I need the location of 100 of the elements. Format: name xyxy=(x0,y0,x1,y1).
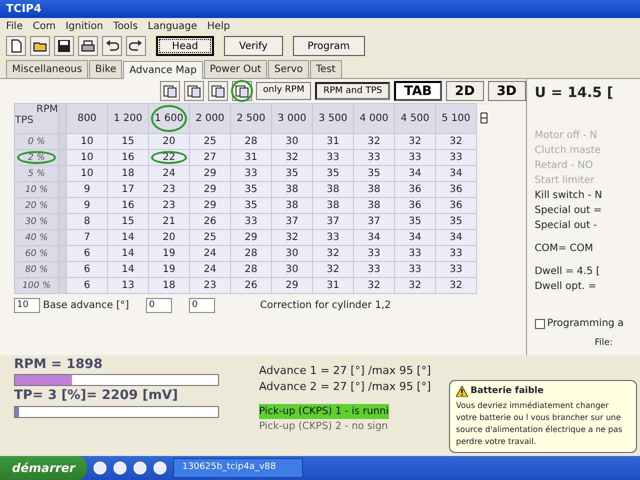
table-cell: 10 xyxy=(66,150,108,166)
table-cell: 32 xyxy=(394,134,436,150)
table-cell: 24 xyxy=(190,246,230,262)
start-button[interactable]: démarrer xyxy=(0,456,88,480)
undo-icon[interactable] xyxy=(105,39,119,53)
table-cell: 29 xyxy=(230,230,272,246)
row-header: 40 % xyxy=(14,230,58,246)
spin-field[interactable]: 10 xyxy=(14,298,40,313)
save-icon[interactable] xyxy=(57,39,71,53)
notification-text: Vous devriez immédiatement changer votre batterie ou l vous brancher sur une source d'alimentation électrique a ne pas perdre votre travail. xyxy=(456,400,624,448)
table-cell: 25 xyxy=(190,134,230,150)
table-cell: 35 xyxy=(230,182,272,198)
toolbar-button[interactable]: Program xyxy=(292,36,365,56)
table-cell: 34 xyxy=(394,230,436,246)
row-header: 80 % xyxy=(14,262,58,278)
table-cell: 36 xyxy=(394,182,436,198)
table-cell: 33 xyxy=(312,230,354,246)
column-header: 2 500 xyxy=(230,104,272,134)
table-cell: 16 xyxy=(108,198,148,214)
toolbar-icon-button[interactable] xyxy=(160,81,180,101)
toggle-button[interactable]: RPM and TPS xyxy=(315,82,390,100)
table-cell: 29 xyxy=(190,166,230,182)
table-cell: 30 xyxy=(272,134,312,150)
tab[interactable]: Miscellaneous xyxy=(6,60,88,78)
column-header: 4 000 xyxy=(354,104,394,134)
toolbar-icon-button[interactable] xyxy=(184,81,204,101)
table-cell: 25 xyxy=(190,230,230,246)
toolbar-icon-button[interactable] xyxy=(232,81,252,101)
print-icon[interactable] xyxy=(81,39,95,53)
unit-icon xyxy=(480,111,488,126)
table-cell: 30 xyxy=(272,246,312,262)
table-cell: 18 xyxy=(148,278,190,294)
table-cell: 35 xyxy=(354,166,394,182)
taskbar-task[interactable]: 130625b_tcip4a_v88 xyxy=(173,458,304,478)
table-cell: 30 xyxy=(272,262,312,278)
toggle-button[interactable]: only RPM xyxy=(256,82,312,100)
checkbox[interactable] xyxy=(534,318,545,328)
row-header: 100 % xyxy=(14,278,58,294)
table-cell: 19 xyxy=(148,262,190,278)
spin-field[interactable]: 0 xyxy=(146,298,172,313)
table-cell: 38 xyxy=(312,182,354,198)
spin-field[interactable]: 0 xyxy=(189,298,216,313)
column-header: 800 xyxy=(66,104,108,134)
menu-item[interactable]: File xyxy=(6,19,23,32)
checkbox-label: Programming a xyxy=(547,317,624,331)
toolbar-icon-button[interactable] xyxy=(208,81,228,101)
table-cell: 27 xyxy=(190,150,230,166)
table-cell: 26 xyxy=(190,214,230,230)
toolbar-button[interactable]: Verify xyxy=(224,36,283,56)
tab[interactable]: Test xyxy=(310,60,342,78)
table-cell: 33 xyxy=(354,246,394,262)
table-cell: 31 xyxy=(312,134,354,150)
readout-text: RPM = 1898 xyxy=(14,356,104,374)
menu-item[interactable]: Language xyxy=(148,19,198,32)
tab[interactable]: Advance Map xyxy=(123,61,203,79)
table-cell: 29 xyxy=(272,278,312,294)
table-cell: 34 xyxy=(436,166,476,182)
table-cell: 29 xyxy=(190,198,230,214)
table-cell: 35 xyxy=(436,214,476,230)
table-cell: 6 xyxy=(66,262,108,278)
table-cell: 20 xyxy=(148,134,190,150)
readout-text: TP= 3 [%]= 2209 [mV] xyxy=(14,387,179,405)
view-button[interactable]: TAB xyxy=(394,81,442,101)
redo-icon[interactable] xyxy=(129,39,143,53)
table-cell: 33 xyxy=(394,262,436,278)
row-header: 20 % xyxy=(14,198,58,214)
table-cell: 21 xyxy=(148,214,190,230)
status-text: Kill switch - N xyxy=(534,189,604,203)
column-header: 4 500 xyxy=(394,104,436,134)
table-cell: 33 xyxy=(354,262,394,278)
table-cell: 37 xyxy=(272,214,312,230)
view-button[interactable]: 2D xyxy=(446,81,484,101)
tab[interactable]: Servo xyxy=(268,60,309,78)
advance-text: Advance 1 = 27 [°] /max 95 [°] xyxy=(259,362,431,378)
status-text: Retard - NO xyxy=(534,159,594,173)
row-header: 0 % xyxy=(14,134,58,150)
table-cell: 7 xyxy=(66,230,108,246)
status-text: Special out = xyxy=(534,204,603,218)
table-cell: 37 xyxy=(354,214,394,230)
table-cell: 6 xyxy=(66,246,108,262)
table-cell: 38 xyxy=(312,198,354,214)
table-cell: 34 xyxy=(354,230,394,246)
table-cell: 24 xyxy=(190,262,230,278)
new-file-icon[interactable] xyxy=(9,39,23,53)
tab[interactable]: Power Out xyxy=(204,60,268,78)
advance-text: Advance 2 = 27 [°] /max 95 [°] xyxy=(259,379,431,395)
toolbar-button[interactable]: Head xyxy=(156,36,214,56)
menu-item[interactable]: Ignition xyxy=(66,19,104,32)
menu-item[interactable]: Help xyxy=(207,19,230,32)
view-button[interactable]: 3D xyxy=(488,81,526,101)
table-cell: 23 xyxy=(190,278,230,294)
tab[interactable]: Bike xyxy=(89,60,122,78)
table-cell: 38 xyxy=(354,182,394,198)
menu-item[interactable]: Com xyxy=(32,19,56,32)
table-cell: 38 xyxy=(272,198,312,214)
table-cell: 34 xyxy=(394,166,436,182)
pickup-status: Pick-up (CKPS) 1 - is runni xyxy=(259,404,389,418)
menu-item[interactable]: Tools xyxy=(113,19,138,32)
table-cell: 32 xyxy=(436,278,476,294)
table-cell: 10 xyxy=(66,134,108,150)
